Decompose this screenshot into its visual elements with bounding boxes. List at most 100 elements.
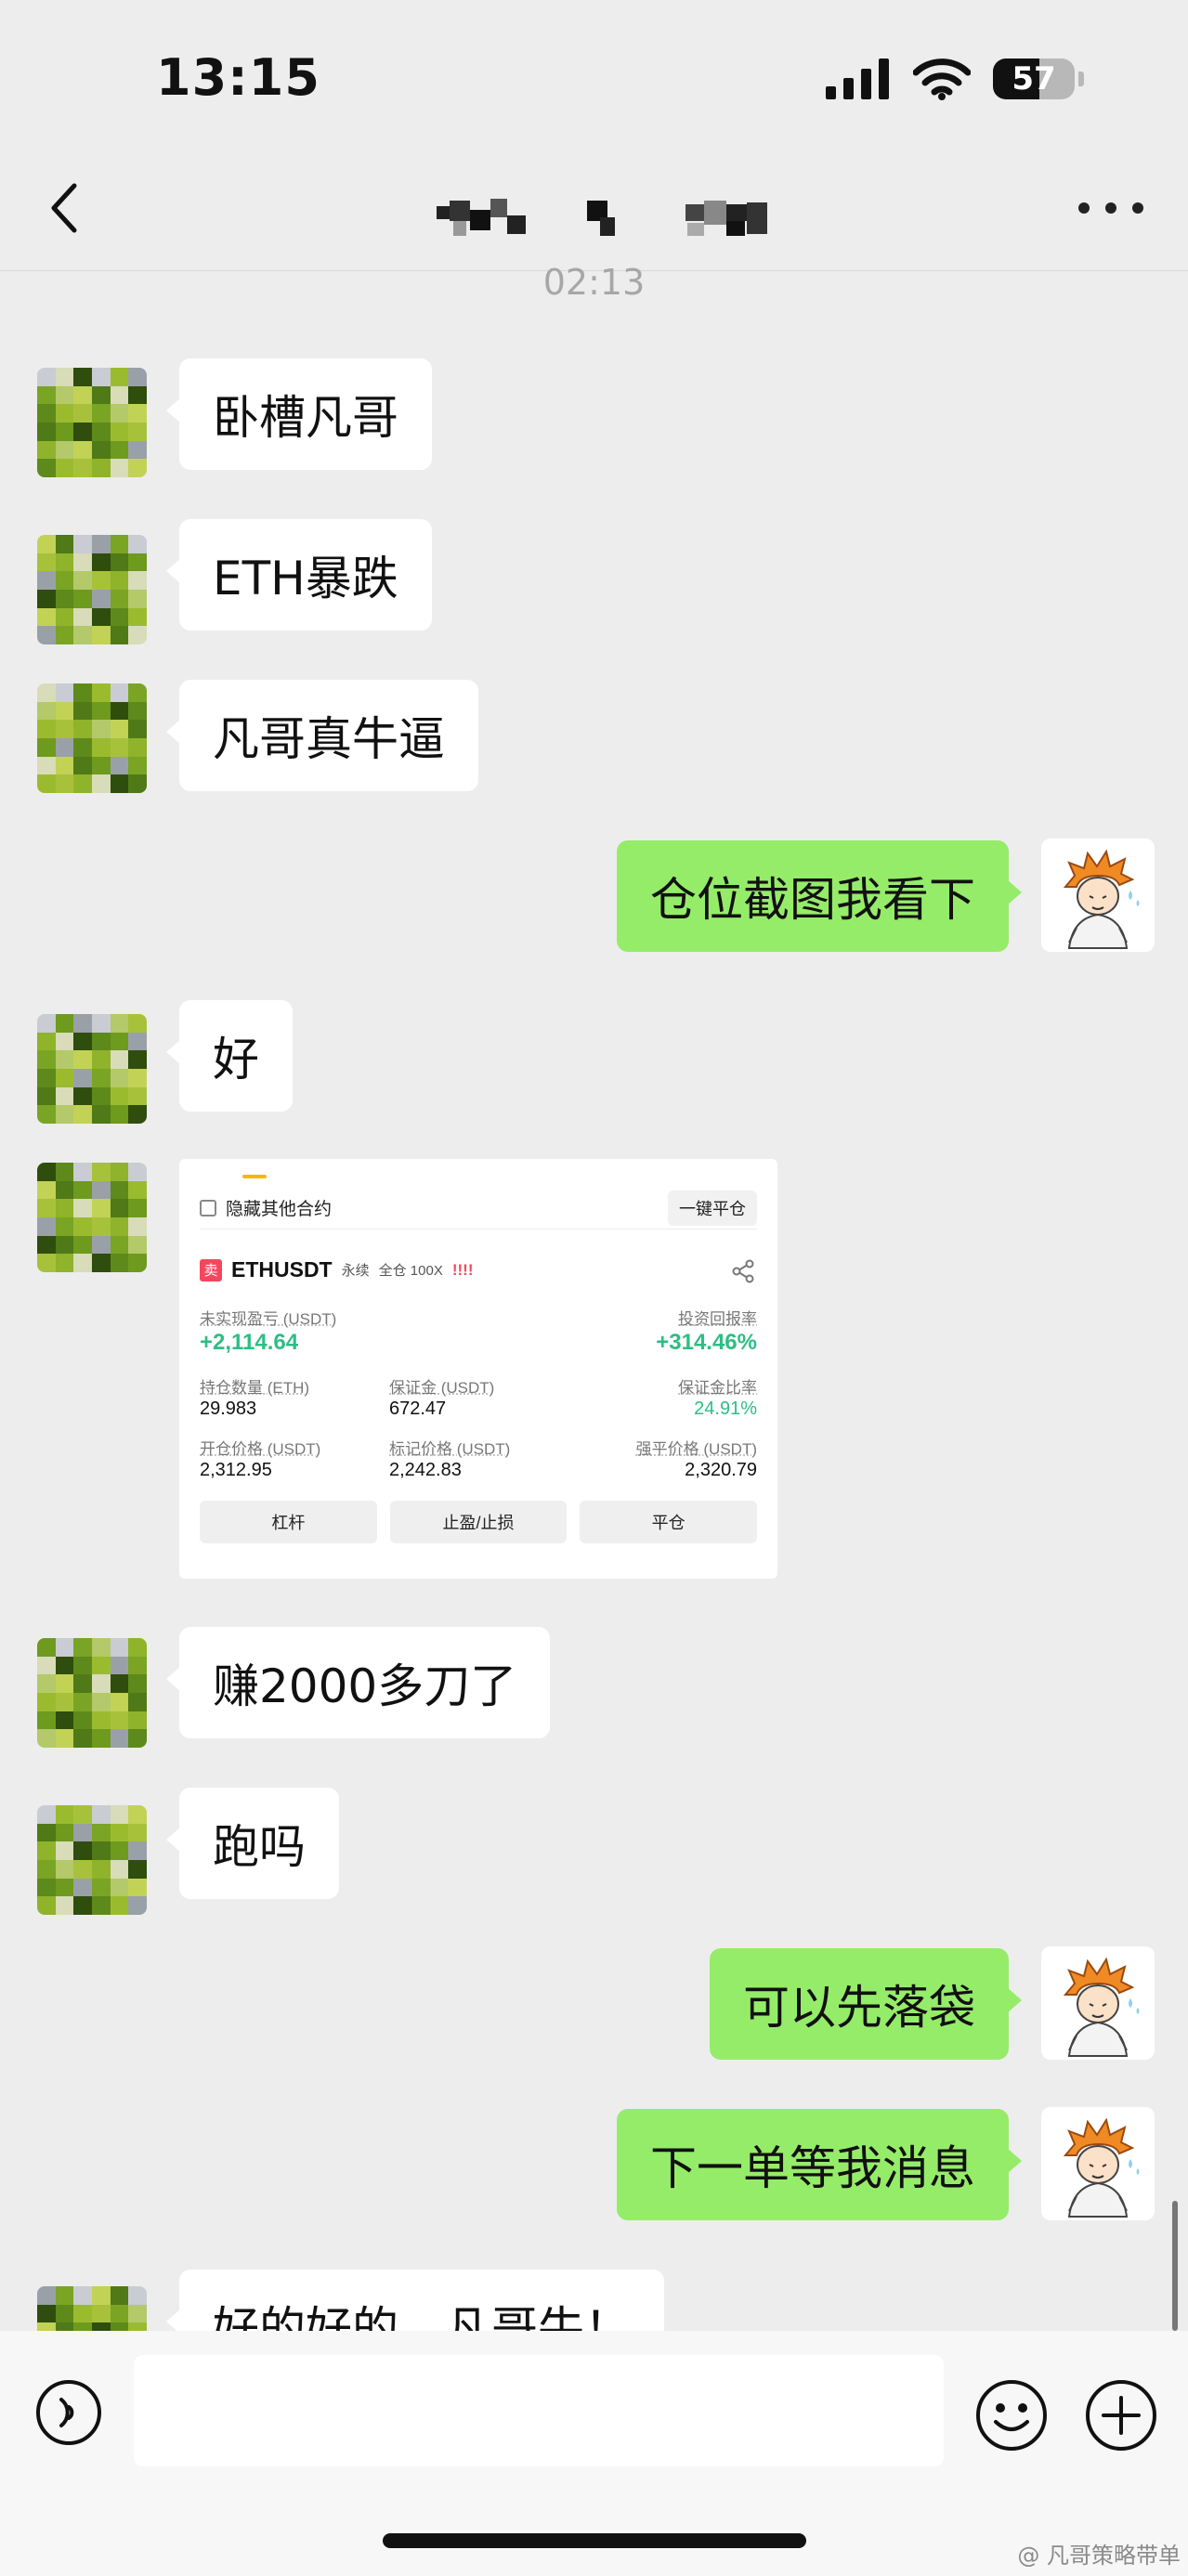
avatar-mosaic-cell bbox=[110, 1199, 129, 1217]
battery-tip bbox=[1078, 72, 1084, 86]
image-message-position-screenshot[interactable]: 隐藏其他合约 一键平仓 卖 ETHUSDT 永续 全仓 100X !!!! 未实… bbox=[179, 1159, 777, 1579]
avatar-contact[interactable] bbox=[37, 1638, 147, 1748]
avatar-mosaic-cell bbox=[73, 1163, 92, 1181]
avatar-contact[interactable] bbox=[37, 1805, 147, 1915]
avatar-mosaic-cell bbox=[73, 1823, 92, 1842]
emoji-icon[interactable] bbox=[973, 2377, 1050, 2453]
back-icon[interactable] bbox=[39, 180, 95, 236]
avatar-contact[interactable] bbox=[37, 368, 147, 477]
avatar-mosaic-cell bbox=[110, 404, 129, 423]
message-bubble-received[interactable]: ETH暴跌 bbox=[166, 519, 432, 631]
avatar-contact[interactable] bbox=[37, 535, 147, 644]
avatar-mosaic-cell bbox=[73, 1068, 92, 1087]
message-bubble-received[interactable]: 好的好的，凡哥牛！ bbox=[166, 2270, 664, 2331]
avatar-mosaic-cell bbox=[55, 1068, 74, 1087]
margin-mode: 全仓 100X bbox=[378, 1263, 443, 1279]
message-text: 好的好的，凡哥牛！ bbox=[213, 2302, 631, 2331]
avatar-mosaic-cell bbox=[128, 756, 147, 775]
avatar-mosaic-cell bbox=[55, 1656, 74, 1675]
avatar-mosaic-cell bbox=[55, 1086, 74, 1106]
avatar-mosaic-cell bbox=[37, 1254, 56, 1272]
avatar-mosaic-cell bbox=[110, 459, 129, 477]
scrollbar-thumb[interactable] bbox=[1172, 2201, 1178, 2331]
avatar-mosaic-cell bbox=[128, 1254, 147, 1272]
avatar-mosaic-cell bbox=[110, 1254, 129, 1272]
avatar-mosaic-cell bbox=[110, 2322, 129, 2331]
roi-value: +314.46% bbox=[656, 1330, 757, 1355]
avatar-mosaic-cell bbox=[37, 1050, 56, 1069]
avatar-mosaic-cell bbox=[110, 737, 129, 757]
avatar-contact[interactable] bbox=[37, 683, 147, 793]
contract-type: 永续 bbox=[341, 1263, 370, 1279]
avatar-mosaic-cell bbox=[55, 1180, 74, 1200]
avatar-mosaic-cell bbox=[110, 571, 129, 590]
avatar-mosaic-cell bbox=[37, 1674, 56, 1693]
avatar-mosaic-cell bbox=[37, 701, 56, 721]
avatar-mosaic-cell bbox=[73, 1105, 92, 1124]
more-options-icon[interactable] bbox=[1078, 189, 1143, 227]
avatar-mosaic-cell bbox=[128, 1105, 147, 1124]
avatar-mosaic-cell bbox=[128, 368, 147, 386]
avatar-mosaic-cell bbox=[55, 737, 74, 757]
avatar-mosaic-cell bbox=[73, 1032, 92, 1051]
message-bubble-received[interactable]: 卧槽凡哥 bbox=[166, 358, 432, 470]
avatar-mosaic-cell bbox=[91, 1805, 111, 1824]
avatar-mosaic-cell bbox=[110, 368, 129, 386]
avatar-mosaic-cell bbox=[73, 1692, 92, 1711]
avatar-mosaic-cell bbox=[37, 720, 56, 738]
avatar-mosaic-cell bbox=[37, 683, 56, 702]
avatar-mosaic-cell bbox=[73, 2304, 92, 2323]
avatar-mosaic-cell bbox=[37, 1235, 56, 1255]
avatar-mosaic-cell bbox=[91, 1656, 111, 1675]
avatar-mosaic-cell bbox=[55, 535, 74, 553]
avatar-mosaic-cell bbox=[55, 1163, 74, 1181]
avatar-mosaic-cell bbox=[55, 720, 74, 738]
status-icons: 57 bbox=[826, 56, 1084, 102]
avatar-mosaic-cell bbox=[37, 774, 56, 793]
avatar-mosaic-cell bbox=[128, 1729, 147, 1748]
avatar-mosaic-cell bbox=[128, 1878, 147, 1897]
avatar-mosaic-cell bbox=[73, 1254, 92, 1272]
avatar-mosaic-cell bbox=[91, 1105, 111, 1124]
message-bubble-received[interactable]: 跑吗 bbox=[166, 1788, 339, 1899]
margin-value: 672.47 bbox=[389, 1399, 447, 1419]
hide-other-contracts-checkbox: 隐藏其他合约 bbox=[200, 1195, 332, 1220]
avatar-mosaic-cell bbox=[55, 1841, 74, 1860]
position-symbol-row: 卖 ETHUSDT 永续 全仓 100X !!!! bbox=[200, 1257, 474, 1282]
avatar-self[interactable] bbox=[1041, 2107, 1155, 2220]
avatar-mosaic-cell bbox=[73, 571, 92, 590]
avatar-mosaic-cell bbox=[73, 737, 92, 757]
avatar-self-illustration bbox=[1041, 1946, 1155, 2060]
avatar-mosaic-cell bbox=[91, 1692, 111, 1711]
avatar-mosaic-cell bbox=[73, 1859, 92, 1879]
message-input[interactable] bbox=[134, 2355, 944, 2466]
message-bubble-sent[interactable]: 下一单等我消息 bbox=[617, 2109, 1022, 2220]
margin-label: 保证金 (USDT) bbox=[389, 1379, 495, 1397]
message-bubble-sent[interactable]: 仓位截图我看下 bbox=[617, 840, 1022, 952]
add-attachment-icon[interactable] bbox=[1083, 2377, 1159, 2453]
avatar-mosaic-cell bbox=[110, 1638, 129, 1657]
chat-title-pixelated bbox=[437, 199, 767, 236]
message-bubble-received[interactable]: 赚2000多刀了 bbox=[165, 1627, 551, 1738]
avatar-contact[interactable] bbox=[37, 1163, 147, 1272]
avatar-mosaic-cell bbox=[128, 1896, 147, 1915]
avatar-self[interactable] bbox=[1041, 1946, 1155, 2060]
tab-underline bbox=[242, 1175, 267, 1178]
avatar-self[interactable] bbox=[1041, 839, 1155, 952]
message-bubble-received[interactable]: 凡哥真牛逼 bbox=[166, 680, 478, 791]
avatar-contact[interactable] bbox=[37, 1014, 147, 1124]
avatar-mosaic-cell bbox=[110, 1692, 129, 1711]
avatar-mosaic-cell bbox=[91, 1896, 111, 1915]
message-bubble-received[interactable]: 好 bbox=[166, 1000, 293, 1112]
avatar-mosaic-cell bbox=[37, 589, 56, 608]
avatar-mosaic-cell bbox=[73, 422, 92, 441]
avatar-mosaic-cell bbox=[55, 1805, 74, 1824]
avatar-mosaic-cell bbox=[37, 1878, 56, 1897]
liq-price-value: 2,320.79 bbox=[685, 1460, 757, 1480]
avatar-contact[interactable] bbox=[37, 2286, 147, 2331]
voice-input-icon[interactable] bbox=[33, 2377, 104, 2448]
message-bubble-sent[interactable]: 可以先落袋 bbox=[710, 1948, 1022, 2060]
avatar-mosaic-cell bbox=[37, 2322, 56, 2331]
avatar-mosaic-cell bbox=[128, 1711, 147, 1730]
avatar-mosaic-cell bbox=[91, 701, 111, 721]
